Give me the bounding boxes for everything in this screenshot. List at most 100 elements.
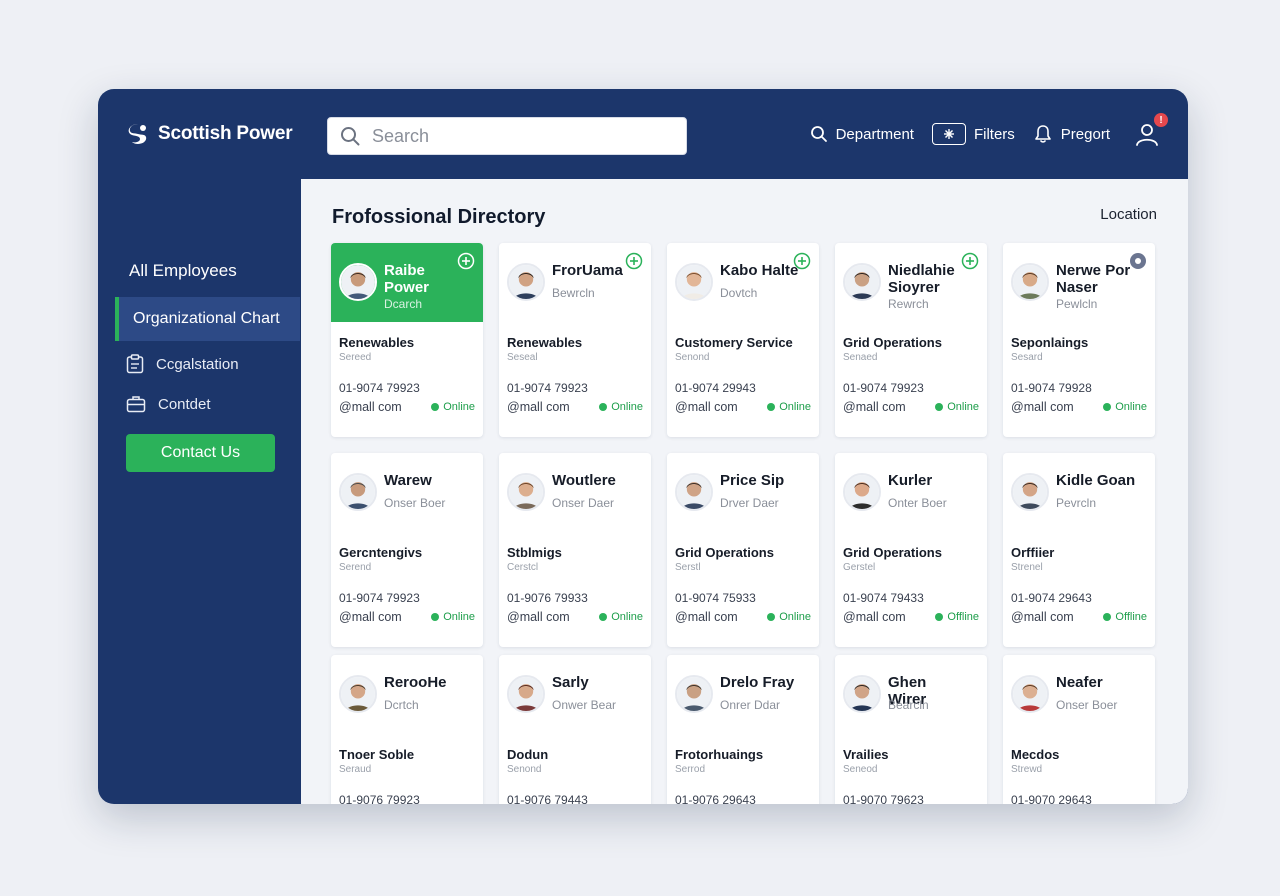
employee-phone[interactable]: 01-9074 29643 xyxy=(1011,591,1092,605)
add-contact-icon[interactable] xyxy=(457,252,475,270)
status-dot-icon xyxy=(935,613,944,621)
department-button[interactable]: Department xyxy=(810,125,914,143)
card-header: Warew Onser Boer xyxy=(331,453,483,532)
employee-phone[interactable]: 01-9076 79933 xyxy=(507,591,588,605)
employee-department: Grid Operations xyxy=(675,545,774,560)
employee-email[interactable]: @mall com xyxy=(675,400,738,414)
employee-card[interactable]: Raibe Power Dcarch Renewables Sereed 01-… xyxy=(331,243,483,437)
employee-name: Raibe Power xyxy=(384,262,430,296)
employee-subtitle: Strenel xyxy=(1011,562,1043,573)
contact-us-button[interactable]: Contact Us xyxy=(126,434,275,472)
search-box[interactable] xyxy=(327,117,687,155)
employee-role: Onser Boer xyxy=(384,496,446,510)
employee-card[interactable]: Nerwe Por Naser Pewlcln Seponlaings Sesa… xyxy=(1003,243,1155,437)
employee-phone[interactable]: 01-9070 29643 xyxy=(1011,793,1092,804)
employee-email[interactable]: @mall com xyxy=(339,610,402,624)
employee-email[interactable]: @mall com xyxy=(339,400,402,414)
status-badge: Online xyxy=(599,401,643,413)
employee-phone[interactable]: 01-9076 79443 xyxy=(507,793,588,804)
employee-card[interactable]: Price Sip Drver Daer Grid Operations Ser… xyxy=(667,453,819,647)
avatar xyxy=(507,675,545,713)
employee-card[interactable]: RerooHe Dcrtch Tnoer Soble Seraud 01-907… xyxy=(331,655,483,804)
employee-card[interactable]: Kidle Goan Pevrcln Orffiier Strenel 01-9… xyxy=(1003,453,1155,647)
employee-subtitle: Strewd xyxy=(1011,764,1043,775)
employee-phone[interactable]: 01-9074 79433 xyxy=(843,591,924,605)
status-dot-icon xyxy=(767,613,776,621)
employee-email[interactable]: @mall com xyxy=(507,610,570,624)
employee-email[interactable]: @mall com xyxy=(1011,400,1074,414)
employee-card[interactable]: Kabo Halte Dovtch Customery Service Seno… xyxy=(667,243,819,437)
brand-name: Scottish Power xyxy=(158,123,293,144)
employee-phone[interactable]: 01-9074 79928 xyxy=(1011,381,1092,395)
search-input[interactable] xyxy=(370,124,674,148)
employee-role: Dovtch xyxy=(720,286,758,300)
user-menu-button[interactable]: ! xyxy=(1134,113,1168,147)
employee-department: Dodun xyxy=(507,747,549,762)
status-label: Online xyxy=(443,611,475,623)
employee-email[interactable]: @mall com xyxy=(675,610,738,624)
employee-card[interactable]: Kurler Onter Boer Grid Operations Gerste… xyxy=(835,453,987,647)
employee-role: Pewlcln xyxy=(1056,297,1098,311)
employee-phone[interactable]: 01-9074 79923 xyxy=(507,381,588,395)
sidebar-item-sub-1[interactable]: Ccgalstation xyxy=(126,354,329,374)
employee-card[interactable]: Niedlahie Sioyrer Rewrch Grid Operations… xyxy=(835,243,987,437)
employee-card[interactable]: Woutlere Onser Daer Stblmigs Cerstcl 01-… xyxy=(499,453,651,647)
status-label: Offline xyxy=(1115,611,1147,623)
status-badge: Offline xyxy=(935,611,979,623)
sidebar-item-organizational-chart[interactable]: Organizational Chart xyxy=(115,297,300,341)
employee-card[interactable]: Neafer Onser Boer Mecdos Strewd 01-9070 … xyxy=(1003,655,1155,804)
employee-email[interactable]: @mall com xyxy=(1011,610,1074,624)
employee-role: Onwer Bear xyxy=(552,698,617,712)
employee-department: Seponlaings xyxy=(1011,335,1089,350)
sidebar-item-sub-2[interactable]: Contdet xyxy=(126,395,329,413)
avatar xyxy=(675,263,713,301)
employee-email[interactable]: @mall com xyxy=(843,400,906,414)
filters-label: Filters xyxy=(973,125,1015,143)
employee-name: Kabo Halte xyxy=(720,262,799,279)
employee-department: Orffiier xyxy=(1011,545,1055,560)
employee-phone[interactable]: 01-9074 79923 xyxy=(843,381,924,395)
employee-phone[interactable]: 01-9070 79623 xyxy=(843,793,924,804)
brand-logo-icon xyxy=(128,124,147,144)
filters-button[interactable]: Filters xyxy=(931,123,1015,145)
status-label: Online xyxy=(611,611,643,623)
add-contact-icon[interactable] xyxy=(793,252,811,270)
employee-card[interactable]: Ghen Wirer Bearcln Vrailies Seneod 01-90… xyxy=(835,655,987,804)
nav-actions: Department Filters Pregort ! xyxy=(810,113,1168,147)
add-contact-icon[interactable] xyxy=(961,252,979,270)
employee-card[interactable]: Sarly Onwer Bear Dodun Senond 01-9076 79… xyxy=(499,655,651,804)
card-header: Kurler Onter Boer xyxy=(835,453,987,532)
avatar xyxy=(339,473,377,511)
employee-card[interactable]: FrorUama Bewrcln Renewables Seseal 01-90… xyxy=(499,243,651,437)
employee-phone[interactable]: 01-9074 75933 xyxy=(675,591,756,605)
notification-badge: ! xyxy=(1154,113,1168,127)
employee-department: Renewables xyxy=(339,335,415,350)
employee-email[interactable]: @mall com xyxy=(843,610,906,624)
employee-subtitle: Sesard xyxy=(1011,352,1043,363)
employee-email[interactable]: @mall com xyxy=(507,400,570,414)
employee-role: Drver Daer xyxy=(720,496,779,510)
employee-card[interactable]: Warew Onser Boer Gercntengivs Serend 01-… xyxy=(331,453,483,647)
department-label: Department xyxy=(835,125,914,143)
brand[interactable]: Scottish Power xyxy=(126,122,293,146)
card-header: Drelo Fray Onrer Ddar xyxy=(667,655,819,734)
employee-phone[interactable]: 01-9076 29643 xyxy=(675,793,756,804)
location-filter[interactable]: Location xyxy=(1100,206,1157,223)
add-contact-icon[interactable] xyxy=(625,252,643,270)
status-badge: Online xyxy=(935,401,979,413)
employee-phone[interactable]: 01-9074 29943 xyxy=(675,381,756,395)
employee-card[interactable]: Drelo Fray Onrer Ddar Frotorhuaings Serr… xyxy=(667,655,819,804)
card-header: Kabo Halte Dovtch xyxy=(667,243,819,322)
employee-role: Onser Boer xyxy=(1056,698,1118,712)
avatar xyxy=(843,263,881,301)
status-dot-icon xyxy=(935,403,944,411)
employee-phone[interactable]: 01-9076 79923 xyxy=(339,793,420,804)
employee-phone[interactable]: 01-9074 79923 xyxy=(339,591,420,605)
status-badge: Online xyxy=(767,611,811,623)
employee-phone[interactable]: 01-9074 79923 xyxy=(339,381,420,395)
employee-department: Grid Operations xyxy=(843,335,942,350)
settings-icon[interactable] xyxy=(1129,252,1147,270)
report-button[interactable]: Pregort xyxy=(1033,124,1110,144)
status-label: Online xyxy=(779,611,811,623)
employee-subtitle: Senond xyxy=(507,764,542,775)
